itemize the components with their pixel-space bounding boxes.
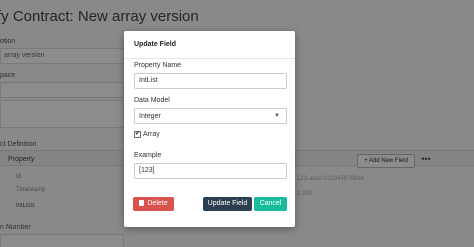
- modal-title: Update Field: [134, 41, 177, 48]
- cancel-button[interactable]: Cancel: [254, 197, 287, 211]
- modal-header: Update Field: [124, 31, 295, 59]
- chevron-down-icon: ▼: [274, 113, 280, 119]
- array-checkbox-label: Array: [143, 131, 160, 138]
- example-input[interactable]: [123]: [134, 163, 287, 179]
- check-icon: ✔: [135, 131, 141, 137]
- array-checkbox[interactable]: ✔: [134, 131, 141, 138]
- data-model-label: Data Model: [134, 97, 170, 104]
- update-field-button[interactable]: Update Field: [203, 197, 252, 211]
- delete-button-label: Delete: [147, 200, 168, 207]
- property-name-label: Property Name: [134, 62, 182, 69]
- delete-button[interactable]: Delete: [133, 197, 174, 211]
- data-model-select[interactable]: Integer ▼: [134, 108, 287, 124]
- example-label: Example: [134, 152, 162, 159]
- trash-icon: [139, 200, 145, 206]
- property-name-input[interactable]: IntList: [134, 73, 287, 89]
- data-model-value: Integer: [139, 113, 161, 120]
